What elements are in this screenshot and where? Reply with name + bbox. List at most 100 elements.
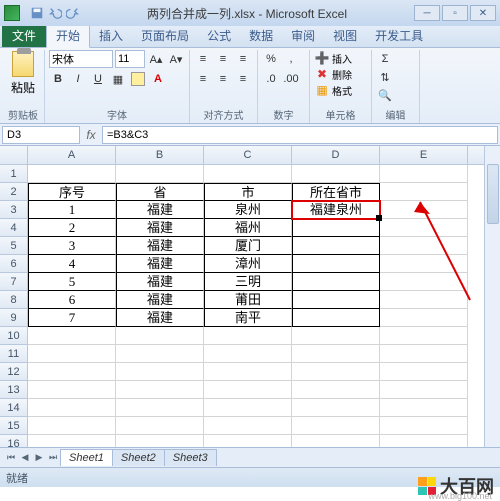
cell[interactable]: [116, 345, 204, 363]
increase-font-icon[interactable]: A▴: [147, 50, 165, 68]
font-color-button[interactable]: A: [149, 70, 167, 88]
save-icon[interactable]: [30, 6, 44, 20]
cell[interactable]: [116, 417, 204, 435]
decrease-font-icon[interactable]: A▾: [167, 50, 185, 68]
cell[interactable]: [380, 417, 468, 435]
delete-icon[interactable]: ✖: [314, 66, 330, 82]
cell[interactable]: [292, 237, 380, 255]
align-top-icon[interactable]: ≡: [194, 50, 212, 68]
cell[interactable]: [292, 363, 380, 381]
fx-icon[interactable]: fx: [82, 128, 100, 142]
cell[interactable]: [292, 435, 380, 447]
name-box[interactable]: D3: [2, 126, 80, 144]
decrease-decimal-icon[interactable]: .00: [282, 70, 300, 88]
fill-handle[interactable]: [376, 215, 382, 221]
align-left-icon[interactable]: ≡: [194, 70, 212, 88]
bold-button[interactable]: B: [49, 70, 67, 88]
align-bottom-icon[interactable]: ≡: [234, 50, 252, 68]
cell[interactable]: [28, 381, 116, 399]
sheet-nav-last-icon[interactable]: ⏭: [46, 451, 60, 465]
cell[interactable]: [380, 219, 468, 237]
cell[interactable]: [292, 345, 380, 363]
row-header[interactable]: 15: [0, 417, 28, 435]
cell[interactable]: 7: [28, 309, 116, 327]
tab-review[interactable]: 审阅: [282, 24, 324, 47]
close-button[interactable]: ✕: [470, 5, 496, 21]
sheet-nav-first-icon[interactable]: ⏮: [4, 451, 18, 465]
cell[interactable]: [380, 255, 468, 273]
format-label[interactable]: 格式: [332, 83, 352, 98]
cell[interactable]: 福建: [116, 201, 204, 219]
row-header[interactable]: 7: [0, 273, 28, 291]
increase-decimal-icon[interactable]: .0: [262, 70, 280, 88]
tab-formulas[interactable]: 公式: [198, 24, 240, 47]
cell[interactable]: 5: [28, 273, 116, 291]
cell[interactable]: [292, 219, 380, 237]
align-center-icon[interactable]: ≡: [214, 70, 232, 88]
cell[interactable]: [116, 363, 204, 381]
cell[interactable]: [28, 363, 116, 381]
cell[interactable]: [204, 417, 292, 435]
cell[interactable]: [380, 237, 468, 255]
tab-data[interactable]: 数据: [240, 24, 282, 47]
formula-input[interactable]: =B3&C3: [102, 126, 498, 144]
cell[interactable]: 莆田: [204, 291, 292, 309]
cell[interactable]: 泉州: [204, 201, 292, 219]
row-header[interactable]: 12: [0, 363, 28, 381]
font-name-input[interactable]: [49, 50, 113, 68]
cell[interactable]: [116, 399, 204, 417]
cell[interactable]: 4: [28, 255, 116, 273]
row-header[interactable]: 6: [0, 255, 28, 273]
redo-icon[interactable]: [66, 6, 80, 20]
comma-icon[interactable]: ,: [282, 50, 300, 68]
tab-insert[interactable]: 插入: [90, 24, 132, 47]
cell[interactable]: [204, 399, 292, 417]
cell[interactable]: 南平: [204, 309, 292, 327]
row-header[interactable]: 14: [0, 399, 28, 417]
insert-label[interactable]: 插入: [332, 51, 352, 66]
row-header[interactable]: 2: [0, 183, 28, 201]
italic-button[interactable]: I: [69, 70, 87, 88]
cell[interactable]: [292, 255, 380, 273]
cell[interactable]: 福州: [204, 219, 292, 237]
cell[interactable]: [116, 435, 204, 447]
col-header[interactable]: E: [380, 146, 468, 164]
sheet-tab[interactable]: Sheet1: [60, 449, 113, 466]
cell[interactable]: 市: [204, 183, 292, 201]
cell[interactable]: 漳州: [204, 255, 292, 273]
cell[interactable]: 福建: [116, 291, 204, 309]
cell[interactable]: [28, 327, 116, 345]
find-icon[interactable]: 🔍: [376, 86, 394, 104]
cell[interactable]: [204, 363, 292, 381]
col-header[interactable]: D: [292, 146, 380, 164]
cell[interactable]: [292, 327, 380, 345]
cell[interactable]: [380, 345, 468, 363]
tab-file[interactable]: 文件: [2, 24, 46, 47]
fill-color-button[interactable]: [129, 70, 147, 88]
spreadsheet-grid[interactable]: A B C D E 12序号省市所在省市31福建泉州福建泉州42福建福州53福建…: [0, 146, 500, 447]
cell[interactable]: 福建: [116, 237, 204, 255]
cell[interactable]: [292, 165, 380, 183]
format-icon[interactable]: ▦: [314, 82, 330, 98]
col-header[interactable]: B: [116, 146, 204, 164]
cell[interactable]: [380, 165, 468, 183]
cell[interactable]: 福建: [116, 219, 204, 237]
sheet-tab[interactable]: Sheet2: [112, 449, 165, 466]
cell[interactable]: [116, 381, 204, 399]
cell[interactable]: [380, 291, 468, 309]
insert-icon[interactable]: ➕: [314, 50, 330, 66]
cell[interactable]: [380, 201, 468, 219]
cell[interactable]: [204, 435, 292, 447]
cell[interactable]: [204, 381, 292, 399]
tab-view[interactable]: 视图: [324, 24, 366, 47]
align-right-icon[interactable]: ≡: [234, 70, 252, 88]
cell[interactable]: [28, 399, 116, 417]
cell[interactable]: 三明: [204, 273, 292, 291]
cell[interactable]: 1: [28, 201, 116, 219]
cell[interactable]: 3: [28, 237, 116, 255]
tab-developer[interactable]: 开发工具: [366, 24, 432, 47]
cell[interactable]: 2: [28, 219, 116, 237]
sort-icon[interactable]: ⇅: [376, 68, 394, 86]
cell[interactable]: 省: [116, 183, 204, 201]
cell[interactable]: [204, 165, 292, 183]
